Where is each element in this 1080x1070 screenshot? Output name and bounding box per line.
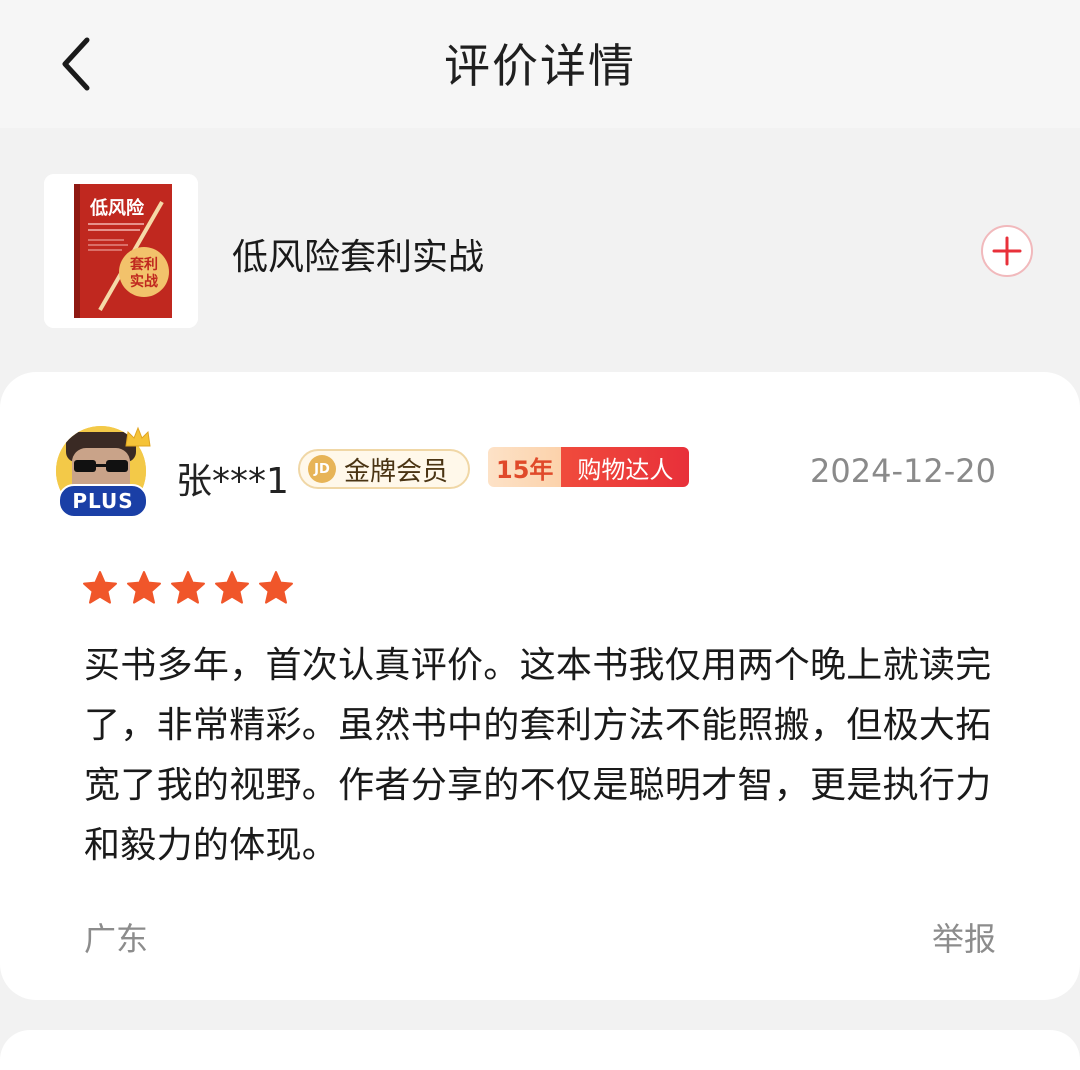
plus-member-badge: PLUS — [58, 484, 148, 518]
cover-title-text: 低风险 — [89, 197, 145, 219]
star-icon — [215, 571, 249, 604]
star-icon — [83, 571, 117, 604]
star-icon — [259, 571, 293, 604]
product-name[interactable]: 低风险套利实战 — [232, 228, 484, 280]
star-icon — [171, 571, 205, 604]
product-cover-image[interactable]: 低风险 套利 实战 — [44, 174, 198, 328]
add-to-cart-button[interactable] — [980, 224, 1034, 278]
shopper-years-badge: 15年 购物达人 — [488, 447, 690, 487]
cover-circle-text-bottom: 实战 — [130, 273, 158, 290]
review-text: 买书多年，首次认真评价。这本书我仅用两个晚上就读完了，非常精彩。虽然书中的套利方… — [84, 645, 992, 866]
cover-circle-text-top: 套利 — [130, 256, 158, 273]
next-review-card — [0, 1030, 1080, 1070]
gold-member-badge: JD 金牌会员 — [298, 449, 470, 489]
top-bar: 评价详情 — [0, 0, 1080, 128]
review-location: 广东 — [84, 920, 149, 958]
gold-member-label: 金牌会员 — [344, 456, 449, 487]
page-title: 评价详情 — [444, 39, 636, 93]
plus-circle-icon — [981, 225, 1033, 277]
star-icon — [127, 571, 161, 604]
username[interactable]: 张***1 — [176, 452, 289, 504]
review-card: PLUS 张***1 JD 金牌会员 15年 购物达人 2024-12-20 买… — [0, 372, 1080, 1000]
star-rating — [82, 570, 294, 606]
years-label: 15年 — [488, 447, 562, 487]
report-button[interactable]: 举报 — [932, 914, 996, 960]
shopper-label: 购物达人 — [561, 447, 690, 487]
crown-icon — [125, 426, 151, 447]
jd-icon: JD — [308, 455, 336, 483]
product-summary[interactable]: 低风险 套利 实战 低风险套利实战 — [0, 148, 1080, 348]
user-avatar[interactable]: PLUS — [56, 426, 152, 522]
review-date: 2024-12-20 — [810, 452, 996, 490]
